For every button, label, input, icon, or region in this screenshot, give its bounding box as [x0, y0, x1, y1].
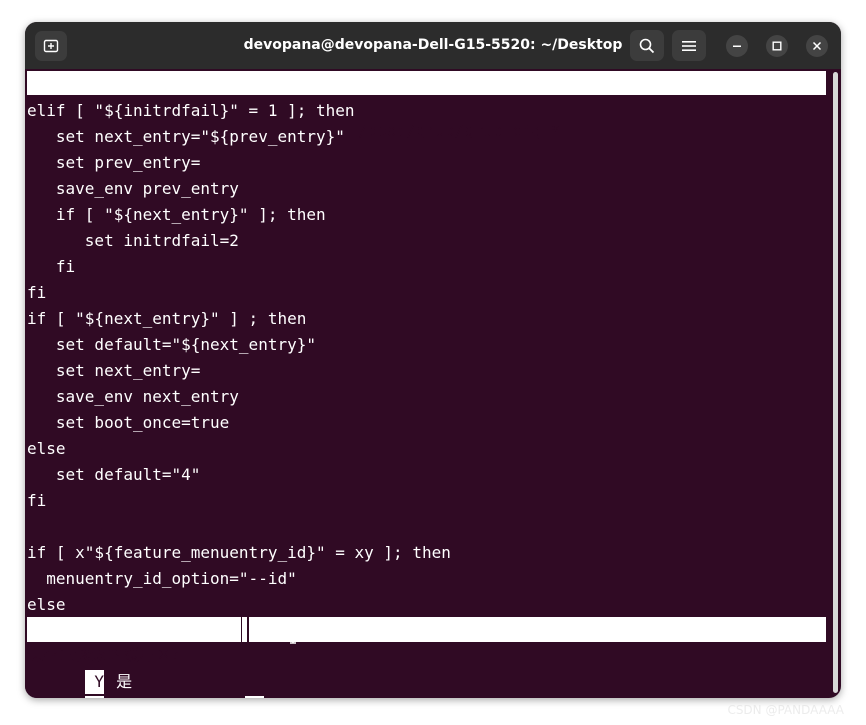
close-icon [812, 41, 822, 51]
editor-line: if [ "${next_entry}" ]; then [27, 205, 326, 224]
editor-line: fi [27, 257, 76, 276]
search-button[interactable] [630, 30, 664, 61]
option-yes[interactable]: Y是 [27, 643, 132, 694]
editor-line: set next_entry= [27, 361, 201, 380]
watermark-text: CSDN @PANDAAAA [727, 703, 844, 717]
menu-button[interactable] [672, 30, 706, 61]
minimize-button[interactable] [726, 35, 748, 57]
option-no-key: N [84, 696, 105, 698]
save-prompt-bar[interactable]: 保存已修改的缓冲区？ [27, 617, 826, 664]
editor-line: fi [27, 491, 47, 510]
close-button[interactable] [806, 35, 828, 57]
maximize-button[interactable] [766, 35, 788, 57]
editor-line: set default="${next_entry}" [27, 335, 316, 354]
text-cursor [247, 617, 249, 642]
window-title: devopana@devopana-Dell-G15-5520: ~/Deskt… [243, 37, 623, 53]
editor-line: else [27, 595, 66, 614]
editor-line: if [ x"${feature_menuentry_id}" = xy ]; … [27, 543, 451, 562]
editor-line: menuentry_id_option="--id" [27, 569, 297, 588]
minimize-icon [733, 45, 741, 47]
editor-line: elif [ "${initrdfail}" = 1 ]; then [27, 101, 355, 120]
editor-line: set next_entry="${prev_entry}" [27, 127, 345, 146]
new-tab-button[interactable] [35, 31, 67, 61]
search-icon [639, 38, 655, 53]
prompt-separator [241, 617, 242, 642]
title-bar[interactable]: devopana@devopana-Dell-G15-5520: ~/Deskt… [25, 22, 841, 69]
terminal-area[interactable]: GNU nano 7.2 /boot/grub/grub.cfg * elif … [25, 69, 828, 698]
terminal-scrollbar[interactable] [833, 72, 838, 693]
maximize-icon [772, 41, 782, 51]
editor-line: fi [27, 283, 47, 302]
editor-line: set boot_once=true [27, 413, 230, 432]
nano-title-bar: GNU nano 7.2 /boot/grub/grub.cfg * [27, 71, 826, 140]
editor-line: set prev_entry= [27, 153, 201, 172]
terminal-window: devopana@devopana-Dell-G15-5520: ~/Deskt… [25, 22, 841, 698]
hamburger-menu-icon [682, 40, 696, 51]
new-tab-icon [43, 39, 59, 53]
editor-line: save_env prev_entry [27, 179, 239, 198]
editor-line: set default="4" [27, 465, 201, 484]
option-cancel[interactable]: ^C取消 [187, 669, 306, 698]
option-cancel-key: ^C [244, 696, 265, 698]
editor-line: if [ "${next_entry}" ] ; then [27, 309, 307, 328]
option-no[interactable]: N否 [27, 669, 132, 698]
mouse-ibeam-cursor-icon [290, 626, 296, 644]
editor-line: set initrdfail=2 [27, 231, 239, 250]
editor-line: save_env next_entry [27, 387, 239, 406]
editor-line: else [27, 439, 66, 458]
nano-filename: /boot/grub/grub.cfg * [358, 121, 561, 140]
